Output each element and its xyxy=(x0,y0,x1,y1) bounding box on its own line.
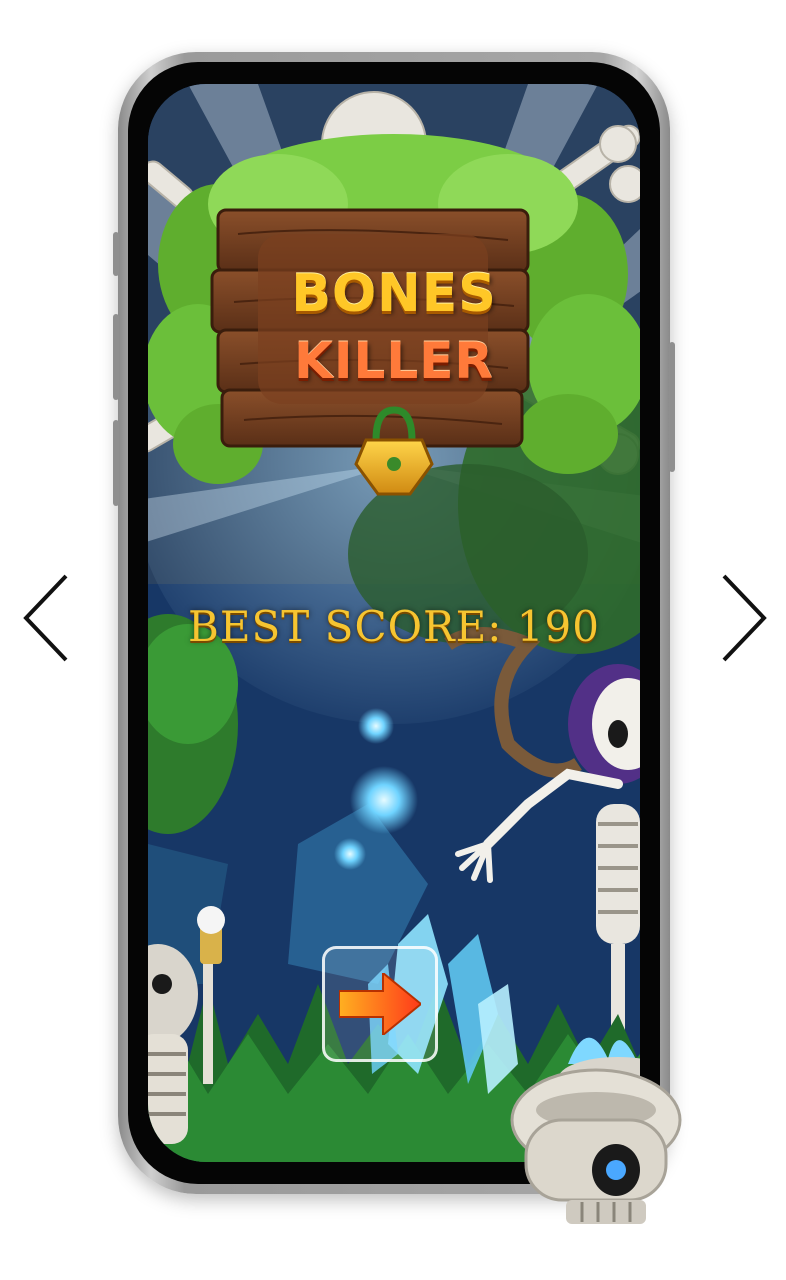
previous-slide-button[interactable] xyxy=(20,572,72,664)
arrow-right-icon xyxy=(339,973,421,1035)
product-showcase: BONES KILLER BEST SCORE: 190 xyxy=(0,0,786,1280)
skull-decoration xyxy=(510,1068,682,1224)
volume-down-button xyxy=(113,420,119,506)
game-screen: BONES KILLER BEST SCORE: 190 xyxy=(148,84,640,1162)
power-button xyxy=(669,342,675,472)
phone-mockup: BONES KILLER BEST SCORE: 190 xyxy=(113,52,675,1194)
game-title-line-2: KILLER xyxy=(294,332,494,390)
phone-bezel: BONES KILLER BEST SCORE: 190 xyxy=(128,62,660,1184)
next-slide-button[interactable] xyxy=(718,572,770,664)
volume-up-button xyxy=(113,314,119,400)
wooden-sign xyxy=(210,208,530,448)
best-score-label: BEST SCORE: 190 xyxy=(188,602,600,651)
mute-switch xyxy=(113,232,119,276)
play-button[interactable] xyxy=(322,946,438,1062)
game-title-line-1: BONES xyxy=(291,264,497,324)
chevron-left-icon xyxy=(23,574,68,662)
chevron-right-icon xyxy=(722,574,767,662)
